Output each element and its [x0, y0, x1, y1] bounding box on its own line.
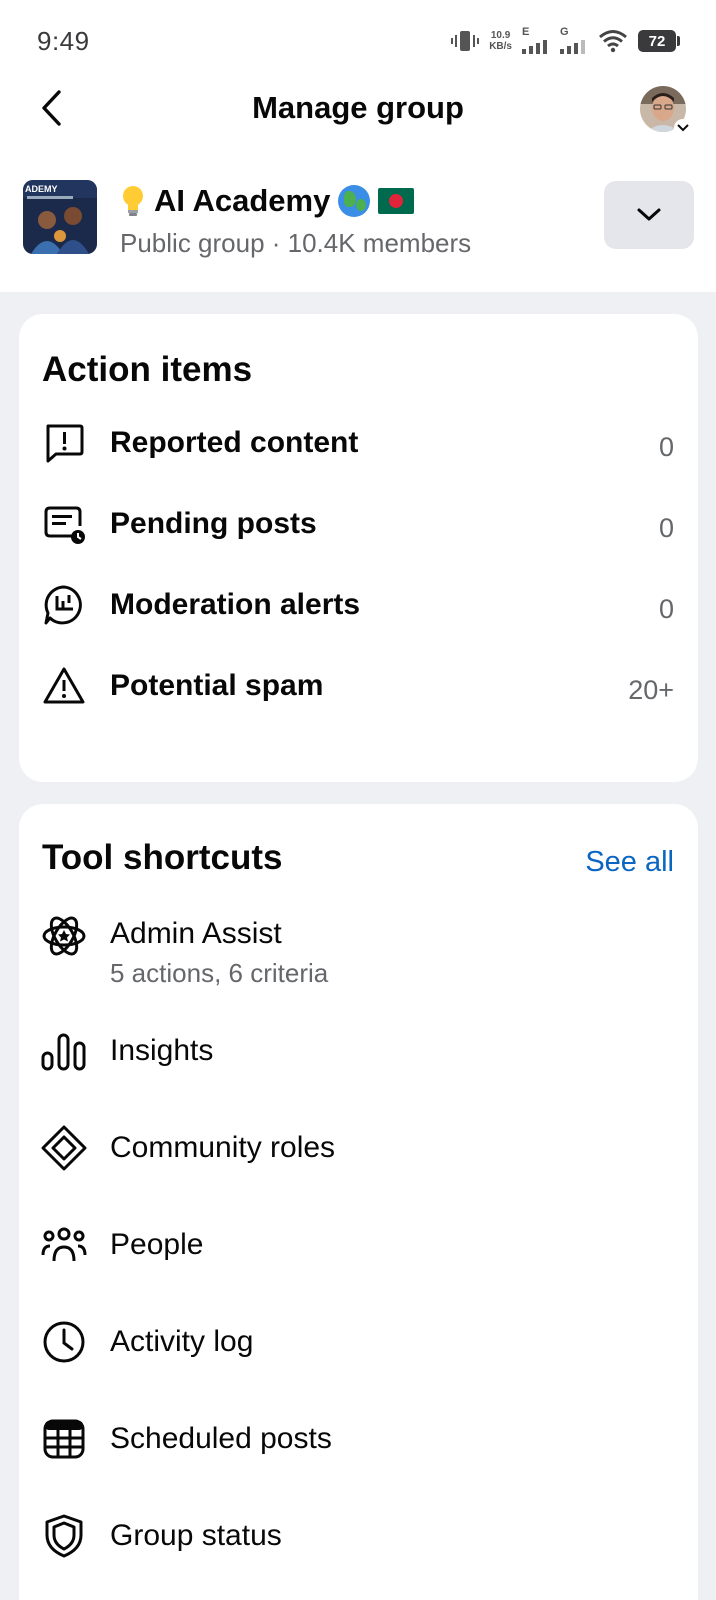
tool-label: Scheduled posts: [110, 1422, 332, 1455]
network-speed-value: 10.9: [490, 30, 511, 41]
action-item-count: 0: [658, 594, 674, 624]
tool-row-scheduled-posts[interactable]: Scheduled posts: [19, 1400, 698, 1478]
action-item-label: Pending posts: [110, 507, 317, 540]
lightbulb-icon: [123, 186, 143, 216]
network-speed-unit: KB/s: [489, 41, 512, 52]
chevron-down-icon: [637, 208, 661, 221]
tool-label: Insights: [110, 1034, 214, 1067]
wifi-icon: [599, 30, 627, 53]
shield-icon: [41, 1513, 87, 1559]
tool-row-community-roles[interactable]: Community roles: [19, 1109, 698, 1187]
group-switcher-button[interactable]: [604, 181, 694, 249]
insights-icon: [41, 1028, 87, 1074]
battery-indicator: 72: [638, 30, 680, 52]
people-icon: [41, 1222, 87, 1268]
moderation-alert-icon: [41, 582, 87, 628]
group-name-text: AI Academy: [154, 183, 331, 218]
group-name[interactable]: AI Academy: [120, 183, 415, 219]
admin-assist-icon: [41, 913, 87, 959]
group-meta: Public group · 10.4K members: [120, 228, 472, 258]
tool-row-insights[interactable]: Insights: [19, 1012, 698, 1090]
page-title: Manage group: [252, 90, 464, 125]
signal-sim2: G: [560, 26, 588, 54]
action-item-row[interactable]: Potential spam 20+: [19, 647, 698, 725]
clock-icon: [41, 1319, 87, 1365]
action-item-count: 0: [658, 513, 674, 543]
action-item-row[interactable]: Moderation alerts 0: [19, 566, 698, 644]
action-item-count: 0: [658, 432, 674, 462]
tool-row-admin-assist[interactable]: Admin Assist 5 actions, 6 criteria: [19, 899, 698, 999]
tool-sublabel: 5 actions, 6 criteria: [110, 958, 329, 988]
report-bubble-icon: [41, 420, 87, 466]
vibrate-icon: [451, 31, 480, 51]
sim2-type: G: [560, 26, 569, 38]
globe-icon: [338, 185, 371, 217]
status-bar: 9:49 10.9 KB/s E G 72: [0, 0, 716, 80]
tool-label: People: [110, 1228, 204, 1261]
tool-row-people[interactable]: People: [19, 1206, 698, 1284]
sim1-type: E: [522, 26, 530, 38]
network-speed: 10.9 KB/s: [489, 30, 512, 52]
tool-label: Activity log: [110, 1325, 254, 1358]
tool-row-activity-log[interactable]: Activity log: [19, 1303, 698, 1381]
action-items-card: Action items Reported content 0 Pending …: [19, 314, 698, 782]
chevron-down-icon: [674, 119, 692, 137]
bangladesh-flag-icon: [378, 188, 415, 214]
warning-triangle-icon: [41, 663, 87, 709]
action-item-row[interactable]: Pending posts 0: [19, 485, 698, 563]
calendar-icon: [41, 1416, 87, 1462]
status-icons: 10.9 KB/s E G 72: [451, 24, 680, 58]
action-item-count: 20+: [628, 675, 674, 705]
tool-shortcuts-card: Tool shortcuts See all Admin Assist 5 ac…: [19, 804, 698, 1600]
group-thumb-text: ADEMY: [25, 184, 58, 194]
tool-label: Admin Assist: [110, 917, 282, 950]
pending-posts-icon: [41, 501, 87, 547]
action-items-title: Action items: [42, 350, 253, 389]
tool-label: Community roles: [110, 1131, 336, 1164]
action-item-row[interactable]: Reported content 0: [19, 404, 698, 482]
status-time: 9:49: [37, 26, 90, 56]
tool-shortcuts-title: Tool shortcuts: [42, 838, 283, 877]
action-item-label: Reported content: [110, 426, 359, 459]
action-item-label: Potential spam: [110, 669, 324, 702]
action-item-label: Moderation alerts: [110, 588, 361, 621]
community-roles-icon: [41, 1125, 87, 1171]
top-section: 9:49 10.9 KB/s E G 72 Manage group ADEMY…: [0, 0, 716, 292]
group-cover-image[interactable]: ADEMY: [23, 180, 97, 254]
profile-switcher[interactable]: [640, 86, 692, 137]
see-all-link[interactable]: See all: [585, 846, 674, 879]
signal-sim1: E: [522, 26, 550, 54]
signal-bars-icon: [560, 40, 585, 54]
tool-row-group-status[interactable]: Group status: [19, 1497, 698, 1575]
signal-bars-icon: [522, 40, 547, 54]
tool-label: Group status: [110, 1519, 282, 1552]
